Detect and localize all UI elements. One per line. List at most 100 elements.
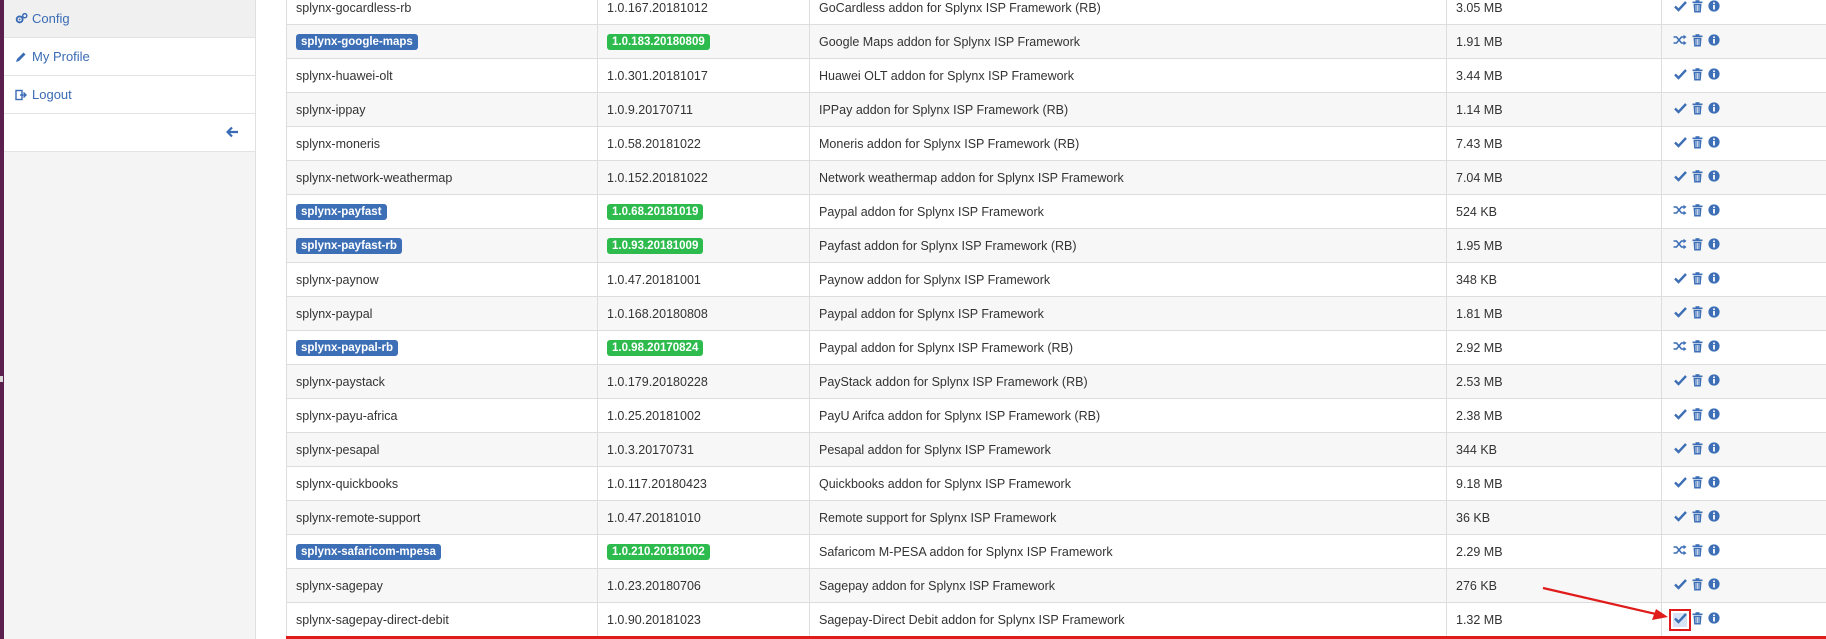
delete-button[interactable] <box>1690 305 1704 321</box>
sidebar-item-config[interactable]: Config <box>4 0 255 38</box>
delete-button[interactable] <box>1690 543 1704 559</box>
addon-size: 2.29 MB <box>1456 544 1503 559</box>
action-group <box>1671 339 1817 355</box>
info-icon <box>1708 68 1720 83</box>
table-row: splynx-remote-support 1.0.47.20181010 Remo… <box>286 500 1826 535</box>
addon-version: 1.0.93.20181009 <box>607 237 704 254</box>
info-button[interactable] <box>1707 408 1721 423</box>
reinstall-button[interactable] <box>1673 204 1687 219</box>
info-icon <box>1708 510 1720 525</box>
shuffle-icon <box>1673 204 1687 219</box>
info-button[interactable] <box>1707 510 1721 525</box>
info-button[interactable] <box>1707 170 1721 185</box>
sidebar-collapse-button[interactable] <box>4 114 255 152</box>
info-button[interactable] <box>1707 238 1721 253</box>
cell-size: 3.05 MB <box>1446 0 1662 25</box>
install-button[interactable] <box>1673 103 1687 117</box>
addon-description: Google Maps addon for Splynx ISP Framewo… <box>819 34 1081 49</box>
install-button[interactable] <box>1673 1 1687 15</box>
delete-button[interactable] <box>1690 373 1704 389</box>
info-button[interactable] <box>1707 578 1721 593</box>
addon-version: 1.0.90.20181023 <box>607 612 701 627</box>
cell-size: 2.29 MB <box>1446 534 1662 569</box>
reinstall-button[interactable] <box>1673 340 1687 355</box>
cell-name: splynx-payu-africa <box>286 398 598 433</box>
cell-name: splynx-google-maps <box>286 24 598 59</box>
install-button[interactable] <box>1669 608 1691 631</box>
delete-button[interactable] <box>1690 67 1704 83</box>
info-button[interactable] <box>1707 442 1721 457</box>
delete-button[interactable] <box>1690 101 1704 117</box>
addon-name[interactable]: splynx-safaricom-mpesa <box>296 543 441 560</box>
info-button[interactable] <box>1707 306 1721 321</box>
cell-description: Sagepay addon for Splynx ISP Framework <box>809 568 1447 603</box>
cell-version: 1.0.23.20180706 <box>597 568 810 603</box>
reinstall-button[interactable] <box>1673 544 1687 559</box>
install-button[interactable] <box>1673 171 1687 185</box>
addon-name: splynx-moneris <box>296 136 381 151</box>
cell-description: GoCardless addon for Splynx ISP Framewor… <box>809 0 1447 25</box>
info-button[interactable] <box>1707 204 1721 219</box>
delete-button[interactable] <box>1690 407 1704 423</box>
addon-name: splynx-pesapal <box>296 442 380 457</box>
install-button[interactable] <box>1673 477 1687 491</box>
info-button[interactable] <box>1707 68 1721 83</box>
info-button[interactable] <box>1707 136 1721 151</box>
addon-name[interactable]: splynx-paypal-rb <box>296 339 399 356</box>
info-icon <box>1708 476 1720 491</box>
install-button[interactable] <box>1673 307 1687 321</box>
action-group <box>1671 305 1817 321</box>
delete-button[interactable] <box>1690 271 1704 287</box>
delete-button[interactable] <box>1690 509 1704 525</box>
info-button[interactable] <box>1707 612 1721 627</box>
install-button[interactable] <box>1673 69 1687 83</box>
install-button[interactable] <box>1673 137 1687 151</box>
install-button[interactable] <box>1673 273 1687 287</box>
install-button[interactable] <box>1673 579 1687 593</box>
addon-version: 1.0.210.20181002 <box>607 543 710 560</box>
info-button[interactable] <box>1707 34 1721 49</box>
cell-actions <box>1661 330 1826 365</box>
delete-button[interactable] <box>1690 611 1704 628</box>
delete-button[interactable] <box>1690 0 1704 15</box>
delete-button[interactable] <box>1690 441 1704 457</box>
addon-description: Pesapal addon for Splynx ISP Framework <box>819 442 1051 457</box>
info-button[interactable] <box>1707 102 1721 117</box>
sidebar-item-my-profile[interactable]: My Profile <box>4 38 255 76</box>
install-button[interactable] <box>1673 443 1687 457</box>
info-icon <box>1708 544 1720 559</box>
info-button[interactable] <box>1707 544 1721 559</box>
delete-button[interactable] <box>1690 33 1704 49</box>
sidebar-item-logout[interactable]: Logout <box>4 76 255 114</box>
info-button[interactable] <box>1707 0 1721 15</box>
trash-icon <box>1692 611 1703 628</box>
addon-size: 344 KB <box>1456 442 1498 457</box>
install-button[interactable] <box>1673 511 1687 525</box>
cell-size: 2.38 MB <box>1446 398 1662 433</box>
info-button[interactable] <box>1707 340 1721 355</box>
install-button[interactable] <box>1673 375 1687 389</box>
action-group <box>1671 67 1817 83</box>
install-button[interactable] <box>1673 409 1687 423</box>
info-button[interactable] <box>1707 272 1721 287</box>
delete-button[interactable] <box>1690 577 1704 594</box>
delete-button[interactable] <box>1690 203 1704 219</box>
cell-description: Paynow addon for Splynx ISP Framework <box>809 262 1447 297</box>
trash-icon <box>1692 577 1703 594</box>
delete-button[interactable] <box>1690 135 1704 151</box>
cell-name: splynx-sagepay <box>286 568 598 603</box>
addon-name[interactable]: splynx-google-maps <box>296 33 418 50</box>
delete-button[interactable] <box>1690 237 1704 253</box>
cell-version: 1.0.301.20181017 <box>597 58 810 93</box>
info-button[interactable] <box>1707 476 1721 491</box>
addon-name[interactable]: splynx-payfast <box>296 203 387 220</box>
reinstall-button[interactable] <box>1673 34 1687 49</box>
addon-name[interactable]: splynx-payfast-rb <box>296 237 402 254</box>
info-button[interactable] <box>1707 374 1721 389</box>
delete-button[interactable] <box>1690 339 1704 355</box>
delete-button[interactable] <box>1690 475 1704 491</box>
reinstall-button[interactable] <box>1673 238 1687 253</box>
delete-button[interactable] <box>1690 169 1704 185</box>
cell-description: Quickbooks addon for Splynx ISP Framewor… <box>809 466 1447 501</box>
cell-size: 344 KB <box>1446 432 1662 467</box>
